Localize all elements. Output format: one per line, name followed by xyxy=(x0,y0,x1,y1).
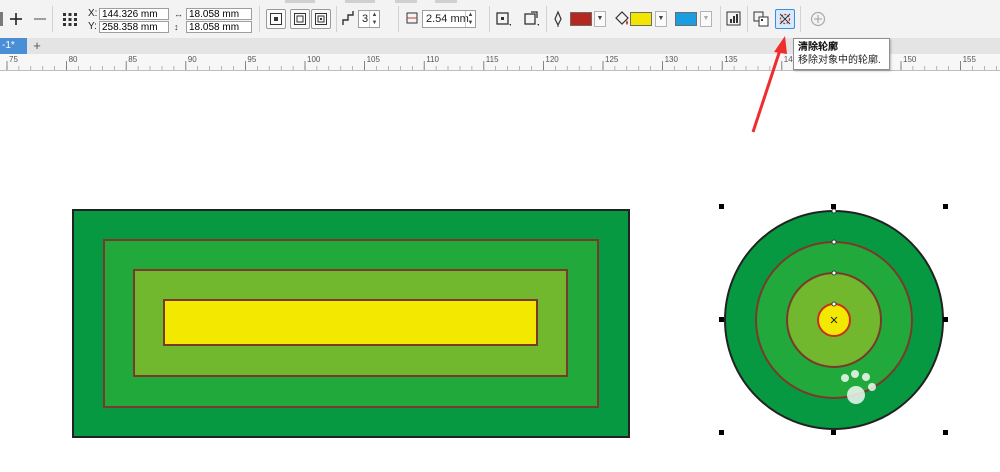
annotation-arrow xyxy=(751,36,787,133)
handle-bottom-right[interactable] xyxy=(943,430,948,435)
tooltip-title: 清除轮廓 xyxy=(798,42,838,53)
drawing-canvas[interactable] xyxy=(0,0,1000,472)
handle-middle-right[interactable] xyxy=(943,317,948,322)
handle-bottom-center[interactable] xyxy=(831,430,836,435)
handle-top-left[interactable] xyxy=(719,204,724,209)
handle-top-center[interactable] xyxy=(831,204,836,209)
handle-bottom-left[interactable] xyxy=(719,430,724,435)
tooltip-description: 移除对象中的轮廓. xyxy=(798,55,881,66)
clear-outline-tooltip: 清除轮廓 移除对象中的轮廓. xyxy=(793,38,890,70)
handle-top-right[interactable] xyxy=(943,204,948,209)
nested-rectangles[interactable] xyxy=(72,209,630,438)
handle-middle-left[interactable] xyxy=(719,317,724,322)
rect-center[interactable] xyxy=(163,299,538,346)
